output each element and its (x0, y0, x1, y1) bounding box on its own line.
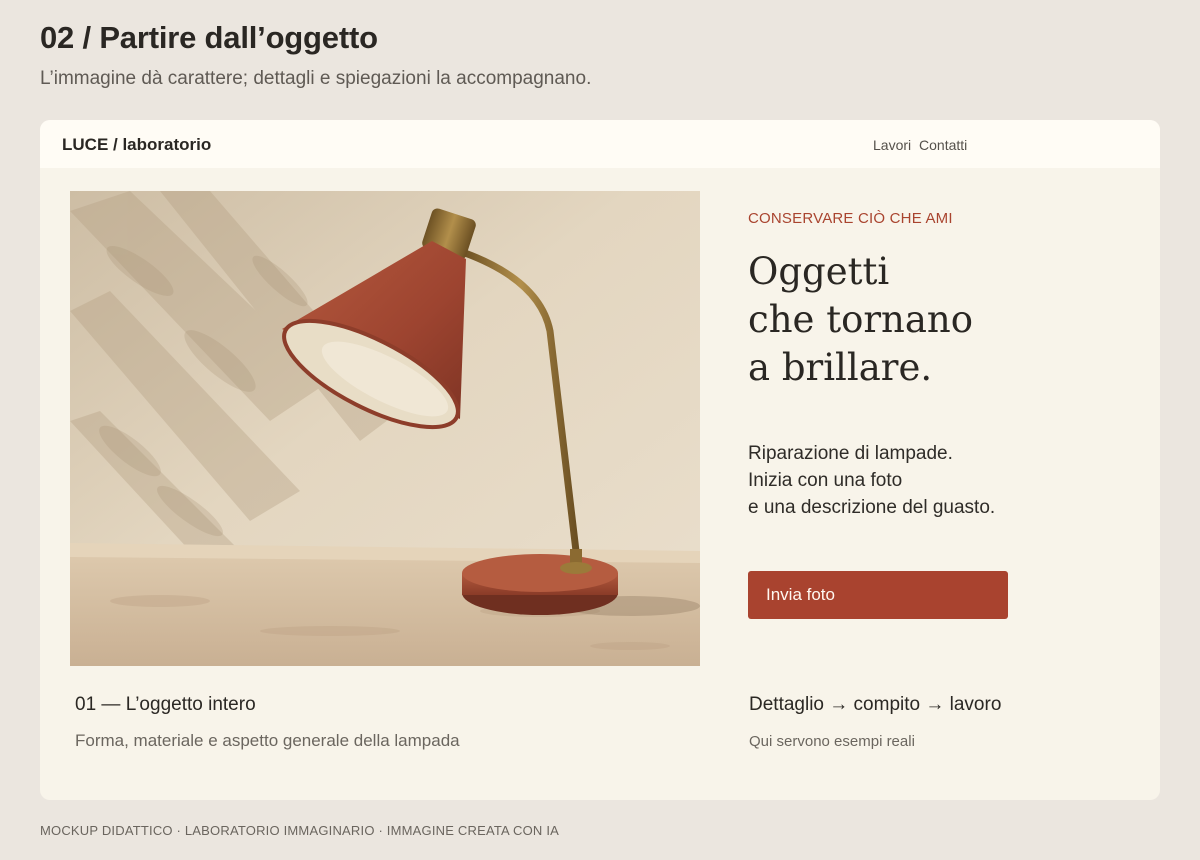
hero-headline: Oggetti che tornano a brillare. (748, 248, 973, 392)
page-title: 02 / Partire dall’oggetto (40, 20, 378, 55)
nav-link-contatti[interactable]: Contatti (919, 137, 967, 153)
caption-subtitle-object: Forma, materiale e aspetto generale dell… (75, 731, 460, 750)
website-mockup: LUCE / laboratorio Lavori Contatti CONSE… (40, 120, 1160, 800)
headline-line: Oggetti (748, 250, 890, 293)
caption-subtitle-detail: Qui servono esempi reali (749, 733, 915, 750)
send-photo-button[interactable]: Invia foto (748, 571, 1008, 619)
caption-title-object: 01 — L’oggetto intero (75, 694, 256, 715)
description-line: e una descrizione del guasto. (748, 497, 996, 518)
footer-note: MOCKUP DIDATTICO · LABORATORIO IMMAGINAR… (40, 823, 559, 838)
site-nav: Lavori Contatti (873, 137, 967, 153)
hero-eyebrow: CONSERVARE CIÒ CHE AMI (748, 210, 953, 227)
description-line: Inizia con una foto (748, 470, 903, 491)
headline-line: che tornano (748, 298, 974, 341)
hero-description: Riparazione di lampade. Inizia con una f… (748, 440, 995, 521)
caption-title-detail: Dettaglio → compito → lavoro (749, 694, 1002, 715)
site-brand[interactable]: LUCE / laboratorio (62, 135, 211, 155)
lamp-photo (70, 191, 700, 666)
nav-link-lavori[interactable]: Lavori (873, 137, 911, 153)
description-line: Riparazione di lampade. (748, 443, 953, 464)
page-subtitle: L’immagine dà carattere; dettagli e spie… (40, 68, 592, 89)
site-header: LUCE / laboratorio Lavori Contatti (40, 120, 1160, 168)
headline-line: a brillare. (748, 346, 933, 389)
